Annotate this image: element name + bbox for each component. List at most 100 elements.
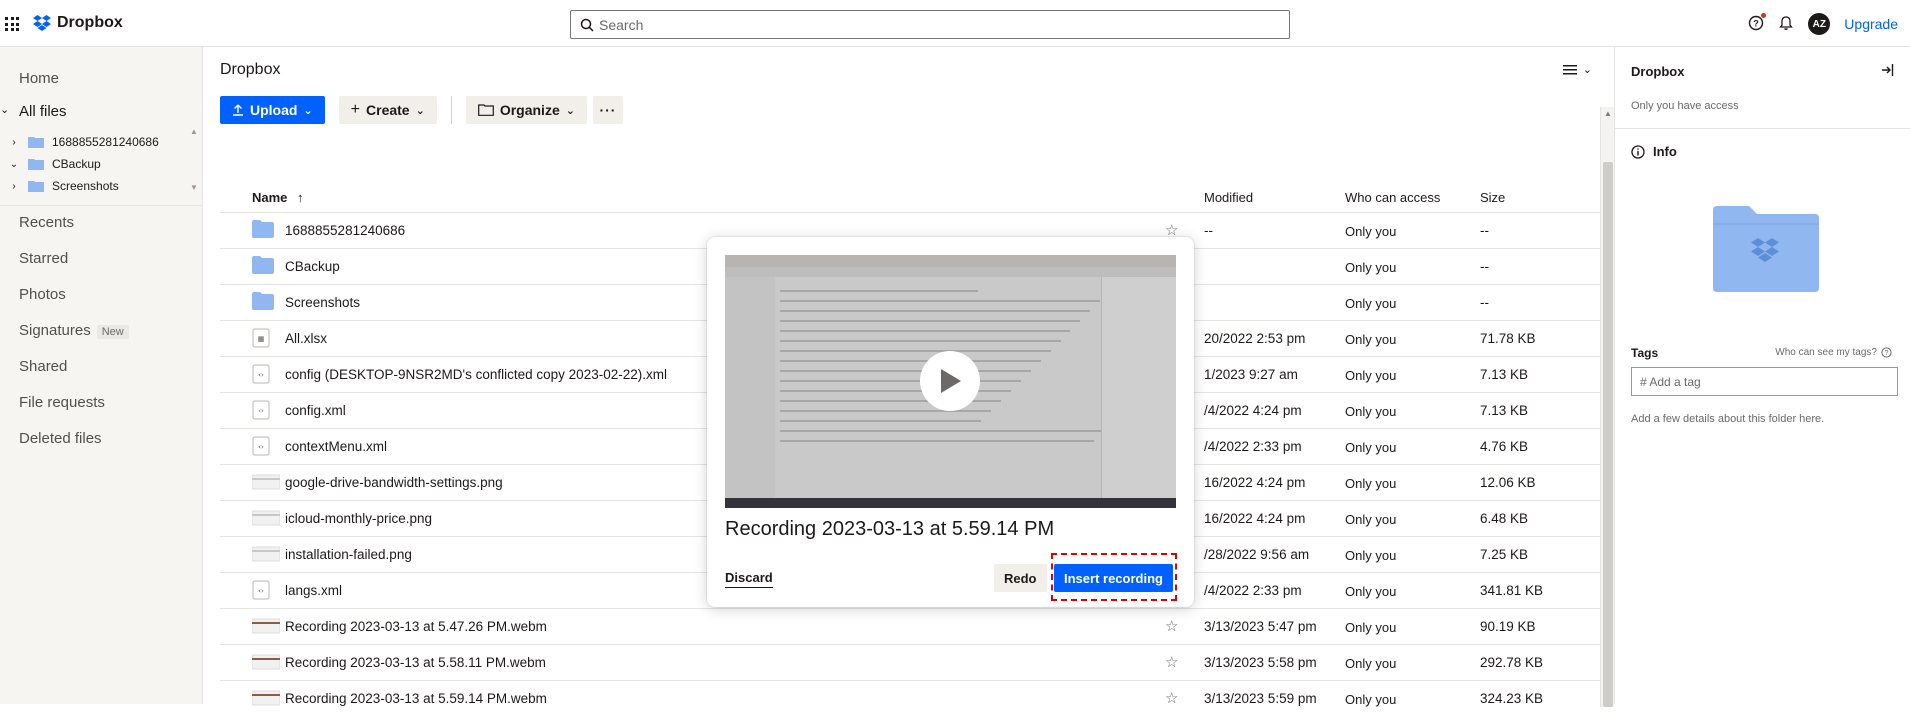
code-file-icon: ‹›: [252, 400, 270, 423]
view-toggle[interactable]: ⌄: [1562, 63, 1592, 76]
file-name[interactable]: All.xlsx: [285, 331, 327, 346]
name-column-header[interactable]: Name ↑: [252, 190, 304, 205]
modified-date: 1/2023 9:27 am: [1204, 367, 1298, 382]
nav-all-files[interactable]: All files: [19, 103, 67, 120]
recording-dialog: Recording 2023-03-13 at 5.59.14 PM Disca…: [707, 237, 1194, 607]
access-column-header[interactable]: Who can access: [1345, 190, 1440, 205]
upload-button[interactable]: Upload ⌄: [220, 96, 325, 124]
star-icon[interactable]: ☆: [1165, 617, 1178, 635]
more-options-button[interactable]: ···: [592, 96, 623, 124]
modified-column-header[interactable]: Modified: [1204, 190, 1253, 205]
tree-item[interactable]: ⌄ CBackup: [0, 153, 195, 175]
folder-details-text[interactable]: Add a few details about this folder here…: [1631, 413, 1824, 425]
file-size: 7.13 KB: [1480, 367, 1529, 382]
tree-item[interactable]: › Screenshots: [0, 175, 195, 197]
dropbox-logo[interactable]: Dropbox: [33, 14, 123, 32]
toolbar-divider: [450, 96, 452, 124]
video-preview[interactable]: [725, 255, 1176, 508]
scroll-thumb[interactable]: [1603, 162, 1613, 707]
tree-item-label: 1688855281240686: [52, 135, 159, 149]
file-name[interactable]: Screenshots: [285, 295, 360, 310]
arrow-up-icon: ↑: [297, 190, 304, 205]
access-level: Only you: [1345, 692, 1397, 707]
spreadsheet-file-icon: ▦: [252, 328, 270, 351]
nav-home[interactable]: Home: [19, 70, 59, 87]
nav-starred[interactable]: Starred: [19, 250, 68, 267]
page-title: Dropbox: [220, 61, 281, 78]
file-name[interactable]: config (DESKTOP-9NSR2MD's conflicted cop…: [285, 367, 667, 382]
modified-date: /4/2022 4:24 pm: [1204, 403, 1302, 418]
app-grid-icon[interactable]: [5, 17, 19, 31]
file-size: 292.78 KB: [1480, 655, 1544, 670]
access-level: Only you: [1345, 512, 1397, 527]
file-name[interactable]: Recording 2023-03-13 at 5.47.26 PM.webm: [285, 619, 547, 634]
modified-date: /28/2022 9:56 am: [1204, 547, 1310, 562]
chevron-down-icon: ⌄: [303, 104, 313, 117]
file-name[interactable]: langs.xml: [285, 583, 342, 598]
main-scrollbar[interactable]: ▲: [1600, 107, 1614, 707]
image-thumbnail-icon: [251, 508, 281, 531]
tree-scrollbar[interactable]: ▲ ▼: [190, 127, 200, 193]
list-view-icon: [1562, 64, 1577, 74]
table-row[interactable]: Recording 2023-03-13 at 5.47.26 PM.webm ☆…: [220, 608, 1600, 644]
nav-file-requests[interactable]: File requests: [19, 394, 105, 411]
chevron-down-icon[interactable]: ⌄: [0, 103, 9, 116]
create-label: Create: [366, 102, 410, 118]
modified-date: /4/2022 2:33 pm: [1204, 583, 1302, 598]
search-icon: [580, 18, 594, 32]
file-name[interactable]: config.xml: [285, 403, 346, 418]
chevron-right-icon[interactable]: ›: [0, 181, 28, 192]
file-name[interactable]: contextMenu.xml: [285, 439, 387, 454]
file-name[interactable]: Recording 2023-03-13 at 5.58.11 PM.webm: [285, 655, 546, 670]
file-size: 341.81 KB: [1480, 583, 1544, 598]
nav-signatures-label: Signatures: [19, 322, 91, 339]
tags-help-link[interactable]: Who can see my tags? ?: [1775, 347, 1892, 358]
folder-icon: [28, 137, 44, 148]
image-thumbnail-icon: [251, 688, 281, 711]
organize-button[interactable]: Organize ⌄: [465, 96, 587, 124]
insert-recording-button[interactable]: Insert recording: [1054, 564, 1173, 592]
modified-date: --: [1204, 223, 1213, 238]
file-name[interactable]: google-drive-bandwidth-settings.png: [285, 475, 503, 490]
file-size: 90.19 KB: [1480, 619, 1536, 634]
tree-item-label: CBackup: [52, 157, 101, 171]
access-level: Only you: [1345, 584, 1397, 599]
collapse-panel-icon[interactable]: [1880, 63, 1894, 80]
access-level: Only you: [1345, 620, 1397, 635]
help-icon[interactable]: ?: [1748, 12, 1767, 34]
add-tag-input[interactable]: # Add a tag: [1631, 367, 1898, 396]
create-button[interactable]: + Create ⌄: [338, 96, 437, 124]
nav-photos[interactable]: Photos: [19, 286, 66, 303]
modified-date: 3/13/2023 5:58 pm: [1204, 655, 1317, 670]
play-button[interactable]: [920, 351, 980, 411]
chevron-right-icon[interactable]: ›: [0, 137, 28, 148]
redo-button[interactable]: Redo: [994, 564, 1047, 592]
nav-shared[interactable]: Shared: [19, 358, 67, 375]
file-name[interactable]: icloud-monthly-price.png: [285, 511, 432, 526]
chevron-down-icon: ⌄: [565, 104, 575, 117]
suggestions-strip: [244, 131, 1604, 151]
access-level: Only you: [1345, 296, 1397, 311]
table-row[interactable]: Recording 2023-03-13 at 5.58.11 PM.webm ☆…: [220, 644, 1600, 680]
star-icon[interactable]: ☆: [1165, 653, 1178, 671]
nav-signatures[interactable]: Signatures New: [19, 322, 129, 339]
size-column-header[interactable]: Size: [1480, 190, 1505, 205]
file-name[interactable]: installation-failed.png: [285, 547, 412, 562]
file-name[interactable]: 1688855281240686: [285, 223, 405, 238]
nav-deleted-files[interactable]: Deleted files: [19, 430, 102, 447]
star-icon[interactable]: ☆: [1165, 689, 1178, 707]
bell-icon[interactable]: [1778, 15, 1794, 34]
svg-text:‹›: ‹›: [258, 407, 264, 415]
upgrade-link[interactable]: Upgrade: [1844, 16, 1898, 32]
nav-recents[interactable]: Recents: [19, 214, 74, 231]
search-input[interactable]: [599, 16, 1289, 33]
table-row[interactable]: Recording 2023-03-13 at 5.59.14 PM.webm ☆…: [220, 680, 1600, 716]
avatar[interactable]: AZ: [1808, 13, 1831, 35]
tree-item[interactable]: › 1688855281240686: [0, 131, 195, 153]
discard-button[interactable]: Discard: [725, 570, 773, 588]
access-level: Only you: [1345, 476, 1397, 491]
chevron-down-icon[interactable]: ⌄: [0, 159, 28, 170]
file-name[interactable]: CBackup: [285, 259, 340, 274]
panel-subtitle: Only you have access: [1631, 100, 1739, 112]
search-box[interactable]: [570, 10, 1290, 39]
